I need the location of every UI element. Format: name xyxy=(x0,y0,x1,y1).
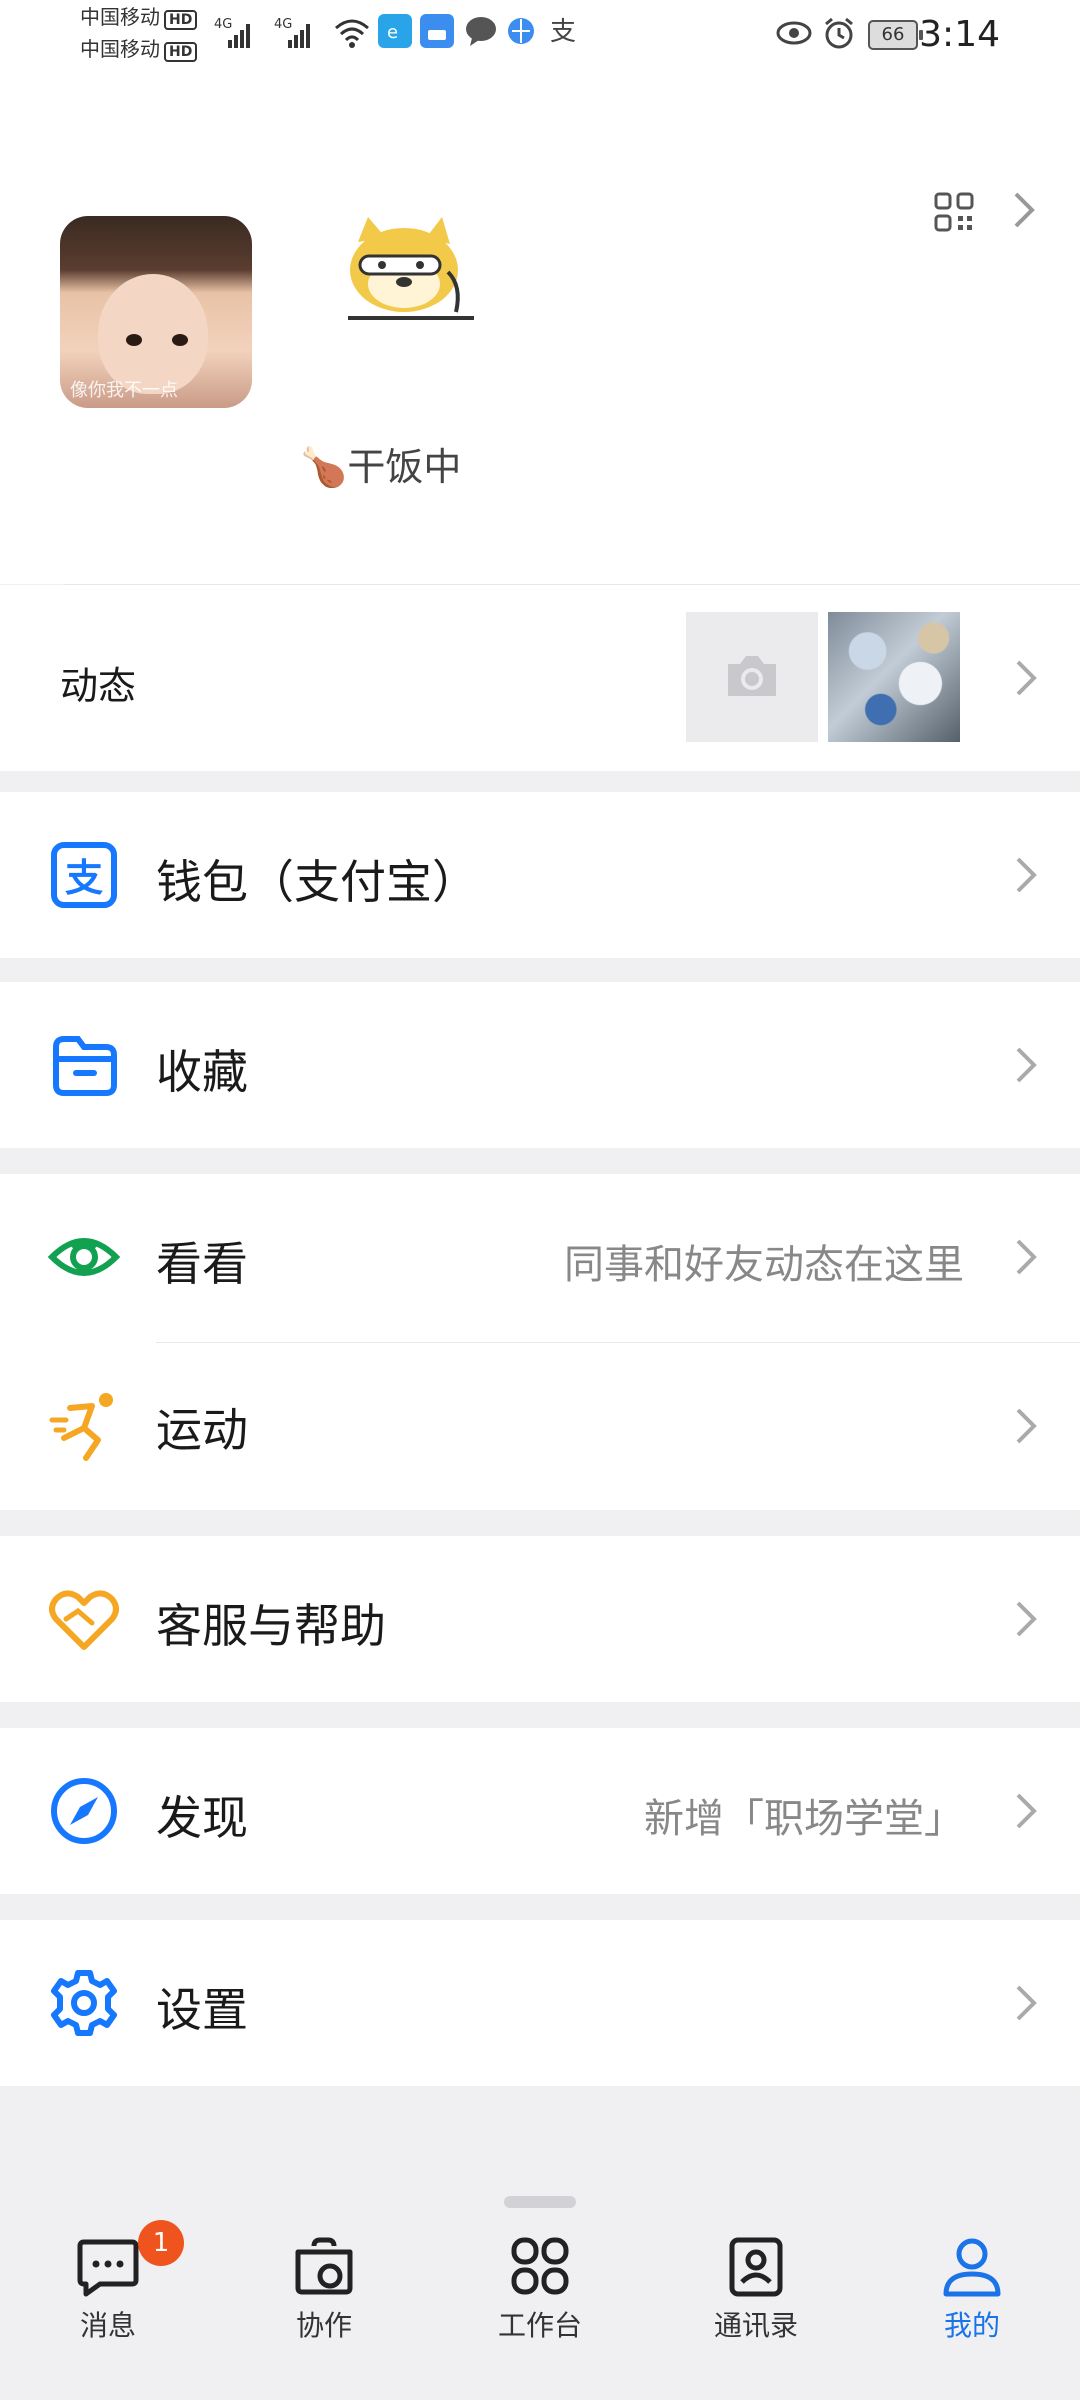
watch-label: 看看 xyxy=(156,1237,248,1291)
nav-collab[interactable]: 协作 xyxy=(244,2236,404,2344)
chat-notification-icon xyxy=(466,17,496,46)
heart-hand-icon xyxy=(49,1590,119,1650)
svg-text:4G: 4G xyxy=(274,17,292,32)
alarm-icon xyxy=(825,17,853,49)
gear-icon xyxy=(51,1970,117,2036)
chevron-right-icon xyxy=(1016,1239,1037,1275)
moment-photo-thumbnail[interactable] xyxy=(828,612,960,742)
chevron-right-icon xyxy=(1016,857,1037,893)
folder-icon xyxy=(53,1036,117,1096)
nav-contacts-label: 通讯录 xyxy=(713,2309,798,2342)
watch-sport-group: 看看 同事和好友动态在这里 运动 xyxy=(0,1174,1080,1510)
message-icon xyxy=(77,2239,139,2297)
svg-text:支: 支 xyxy=(65,856,103,900)
nav-me[interactable]: 我的 xyxy=(892,2236,1052,2344)
camera-icon xyxy=(728,656,776,696)
nav-me-label: 我的 xyxy=(943,2309,1000,2342)
support-label: 客服与帮助 xyxy=(156,1599,386,1653)
svg-text:4G: 4G xyxy=(214,17,232,32)
settings-label: 设置 xyxy=(156,1983,248,2037)
nav-workbench[interactable]: 工作台 xyxy=(460,2236,620,2344)
avatar[interactable]: 像你我不一点 xyxy=(60,216,252,408)
nav-contacts[interactable]: 通讯录 xyxy=(676,2236,836,2344)
browser-notification-icon xyxy=(508,18,534,44)
app-notification-icon-2 xyxy=(420,14,454,48)
favorites-label: 收藏 xyxy=(156,1045,248,1099)
watch-hint: 同事和好友动态在这里 xyxy=(564,1242,964,1288)
chevron-right-icon xyxy=(1016,660,1037,696)
nav-workbench-label: 工作台 xyxy=(497,2309,582,2342)
compass-icon xyxy=(51,1778,117,1844)
profile-card[interactable]: 像你我不一点 🍗干饭中 xyxy=(0,72,1080,585)
sport-label: 运动 xyxy=(156,1403,248,1457)
unread-badge: 1 xyxy=(138,2220,184,2266)
eye-icon xyxy=(776,21,812,45)
divider xyxy=(156,1342,1080,1343)
clock: 3:14 xyxy=(919,14,1000,55)
user-profile-icon xyxy=(943,2238,1001,2297)
alipay-icon: 支 xyxy=(51,842,117,908)
app-notification-icon: e xyxy=(378,14,412,48)
nav-collab-label: 协作 xyxy=(295,2309,352,2342)
support-row[interactable]: 客服与帮助 xyxy=(0,1536,1080,1702)
chevron-right-icon xyxy=(1016,1408,1037,1444)
drag-handle[interactable] xyxy=(504,2196,576,2208)
carrier-2: 中国移动 HD xyxy=(80,38,198,62)
nav-messages-label: 消息 xyxy=(79,2309,136,2342)
favorites-row[interactable]: 收藏 xyxy=(0,982,1080,1148)
carrier-1: 中国移动 HD xyxy=(80,6,198,30)
user-status[interactable]: 🍗干饭中 xyxy=(300,436,461,491)
workbench-icon xyxy=(511,2237,569,2295)
camera-thumbnail[interactable] xyxy=(686,612,818,742)
wallet-label: 钱包（支付宝） xyxy=(156,855,478,909)
battery-indicator: 66 xyxy=(868,20,923,50)
discover-hint: 新增「职场学堂」 xyxy=(644,1796,964,1842)
collaboration-icon xyxy=(295,2237,353,2295)
contacts-icon xyxy=(729,2237,783,2297)
nickname-sticker xyxy=(348,217,474,320)
svg-text:支: 支 xyxy=(550,17,576,47)
running-icon xyxy=(49,1393,113,1461)
chevron-right-icon xyxy=(1016,1985,1037,2021)
alipay-notification-icon: 支 xyxy=(550,17,576,47)
signal-icon: 4G 4G xyxy=(214,17,310,48)
wifi-icon xyxy=(335,19,369,48)
chevron-right-icon xyxy=(1016,1047,1037,1083)
moments-label: 动态 xyxy=(60,664,137,708)
profile-chevron-right-icon xyxy=(1014,192,1035,228)
discover-label: 发现 xyxy=(156,1791,248,1845)
qr-code-icon[interactable] xyxy=(934,192,974,232)
discover-row[interactable]: 发现 新增「职场学堂」 xyxy=(0,1728,1080,1894)
svg-text:e: e xyxy=(387,22,398,43)
chevron-right-icon xyxy=(1016,1793,1037,1829)
settings-row[interactable]: 设置 xyxy=(0,1920,1080,2086)
eye-icon xyxy=(48,1238,120,1276)
wallet-row[interactable]: 支 钱包（支付宝） xyxy=(0,792,1080,958)
nav-messages[interactable]: 1 消息 xyxy=(28,2220,188,2344)
chevron-right-icon xyxy=(1016,1601,1037,1637)
status-bar: 中国移动 HD 中国移动 HD 4G 4G e 支 66 3:14 xyxy=(0,0,1080,72)
